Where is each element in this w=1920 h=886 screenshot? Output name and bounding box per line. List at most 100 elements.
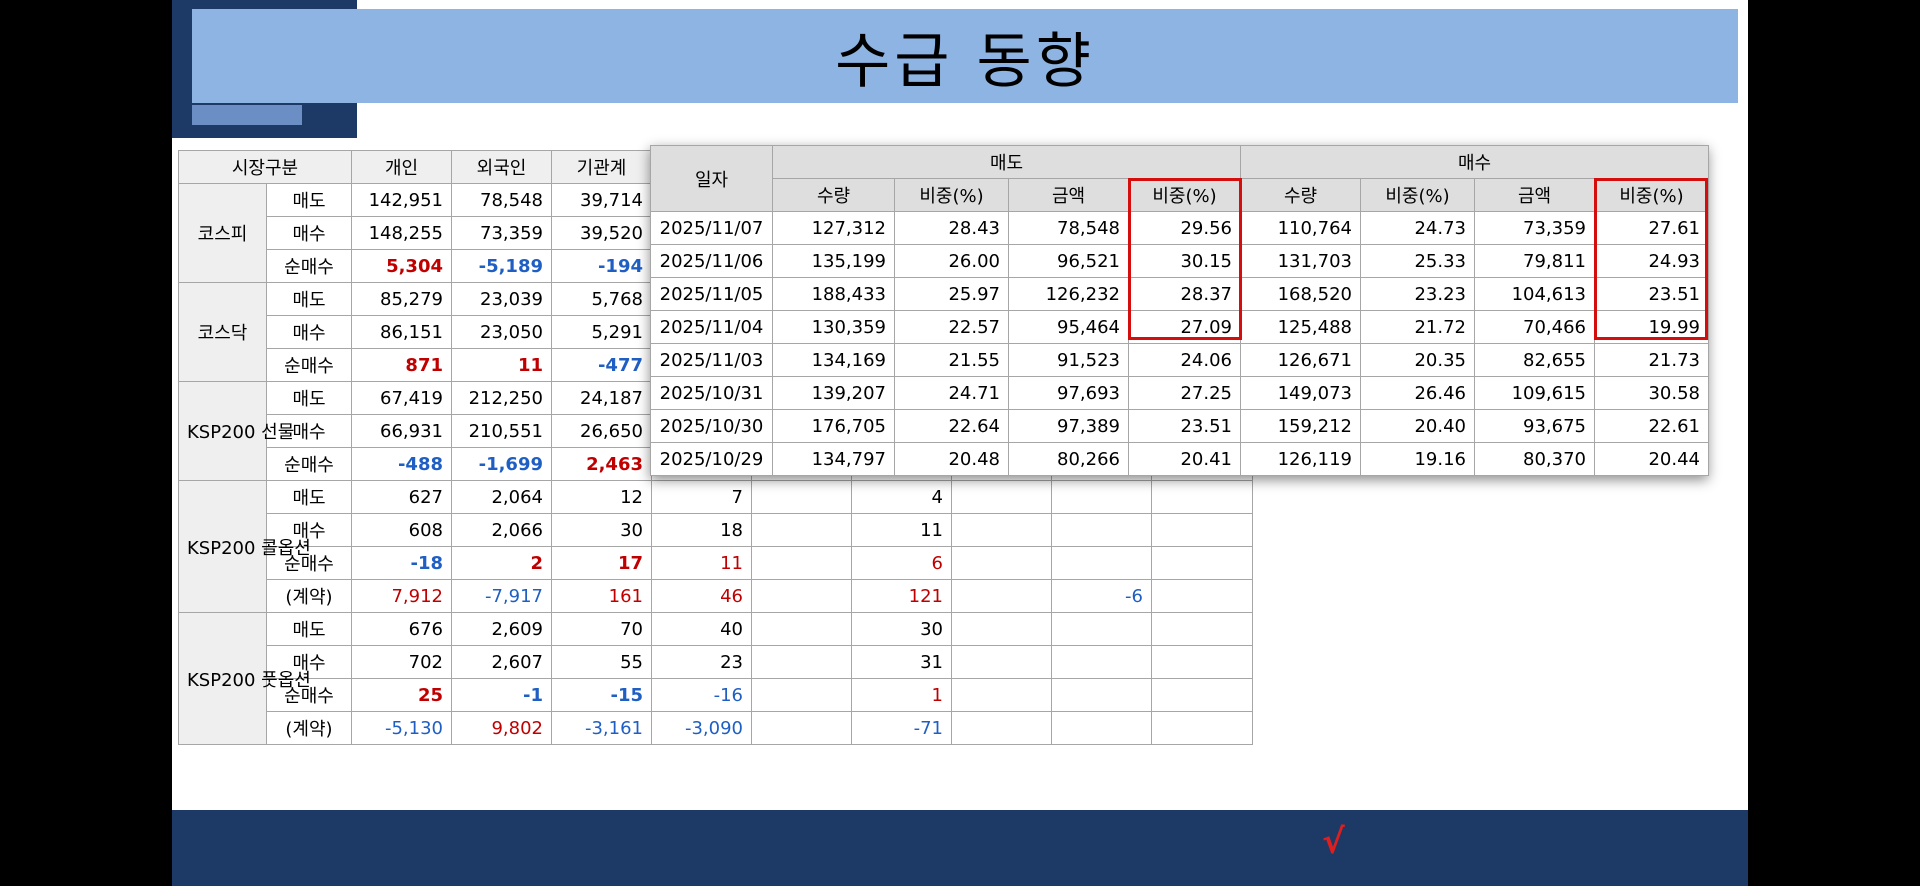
value-cell [751,678,852,712]
value-cell: 26,650 [551,414,652,448]
value-cell: 149,073 [1240,376,1361,410]
value-cell: 210,551 [451,414,552,448]
supply-row: (계약) 7,912 -7,917 161 46 121 -6 [179,579,1253,613]
value-cell: 27.25 [1128,376,1241,410]
value-cell: 139,207 [772,376,895,410]
value-cell [1151,579,1253,613]
date-cell: 2025/10/29 [650,442,773,476]
row-label: 매도 [266,612,352,646]
row-label: 매도 [266,282,352,316]
header-institution: 기관계 [551,150,652,184]
row-label: (계약) [266,711,352,745]
value-cell: 126,671 [1240,343,1361,377]
value-cell: 55 [551,645,652,679]
date-cell: 2025/11/07 [650,211,773,245]
value-cell: -488 [351,447,452,481]
daily-row: 2025/10/31 139,207 24.71 97,693 27.25 149,073… [650,376,1709,410]
value-cell: 188,433 [772,277,895,311]
value-cell: -477 [551,348,652,382]
value-cell [1051,645,1152,679]
supply-row: 매수 608 2,066 30 18 11 [179,513,1253,547]
value-cell: 871 [351,348,452,382]
value-cell [751,579,852,613]
value-cell [1151,513,1253,547]
market-name: KSP200 콜옵션 [178,480,311,613]
value-cell [751,711,852,745]
value-cell [951,513,1052,547]
value-cell: 30.58 [1594,376,1709,410]
value-cell: 40 [651,612,752,646]
value-cell [751,645,852,679]
header-buy-amount: 금액 [1474,178,1595,212]
value-cell: 24.73 [1360,211,1475,245]
daily-header-row: 일자 매도 매수 [650,145,1709,212]
value-cell: 131,703 [1240,244,1361,278]
value-cell: 24.71 [894,376,1009,410]
value-cell [1051,513,1152,547]
value-cell [1151,678,1253,712]
value-cell: 110,764 [1240,211,1361,245]
value-cell: 608 [351,513,452,547]
value-cell: -5,189 [451,249,552,283]
date-cell: 2025/11/04 [650,310,773,344]
value-cell [1051,480,1152,514]
value-cell: 130,359 [772,310,895,344]
row-label: 매수 [266,315,352,349]
value-cell: 93,675 [1474,409,1595,443]
value-cell: 73,359 [1474,211,1595,245]
value-cell: 91,523 [1008,343,1129,377]
corner-accent-strip [192,105,302,125]
value-cell: 20.48 [894,442,1009,476]
value-cell: 25 [351,678,452,712]
header-sell: 매도 [772,145,1241,179]
value-cell: 80,266 [1008,442,1129,476]
daily-trade-popup: 일자 매도 매수 수량 비중(%) 금액 비중(%) 수량 비중(%) 금액 비… [650,145,1709,476]
value-cell: 109,615 [1474,376,1595,410]
value-cell: 142,951 [351,183,452,217]
value-cell: 127,312 [772,211,895,245]
value-cell [1151,480,1253,514]
page-title: 수급 동향 [835,26,1095,97]
value-cell: 126,232 [1008,277,1129,311]
value-cell [751,546,852,580]
title-band: 수급 동향 [192,9,1738,103]
value-cell: 30 [551,513,652,547]
date-cell: 2025/11/06 [650,244,773,278]
header-sell-amount: 금액 [1008,178,1129,212]
value-cell: -18 [351,546,452,580]
date-cell: 2025/10/30 [650,409,773,443]
value-cell: 70 [551,612,652,646]
value-cell: 125,488 [1240,310,1361,344]
value-cell [751,480,852,514]
value-cell: 1 [851,678,952,712]
value-cell: 176,705 [772,409,895,443]
value-cell: 80,370 [1474,442,1595,476]
value-cell: 627 [351,480,452,514]
value-cell: 168,520 [1240,277,1361,311]
value-cell: 22.64 [894,409,1009,443]
value-cell: 23,050 [451,315,552,349]
checkmark-icon: √ [1322,822,1345,862]
market-name: 코스닥 [178,282,267,382]
row-label: 순매수 [266,249,352,283]
value-cell: 26.00 [894,244,1009,278]
header-foreign: 외국인 [451,150,552,184]
value-cell: 161 [551,579,652,613]
value-cell: 78,548 [1008,211,1129,245]
header-buy-qty: 수량 [1240,178,1361,212]
date-cell: 2025/10/31 [650,376,773,410]
value-cell: 6 [851,546,952,580]
value-cell: 26.46 [1360,376,1475,410]
value-cell: 39,714 [551,183,652,217]
value-cell: 67,419 [351,381,452,415]
value-cell [1051,711,1152,745]
header-date: 일자 [650,145,773,212]
row-label: 순매수 [266,348,352,382]
value-cell: 4 [851,480,952,514]
value-cell [951,645,1052,679]
value-cell: -194 [551,249,652,283]
value-cell [951,579,1052,613]
value-cell: 66,931 [351,414,452,448]
value-cell: 28.43 [894,211,1009,245]
presentation-slide: 수급 동향 시장구분 개인 외국인 기관계 코스피 매도 142,951 78,548… [172,0,1748,886]
